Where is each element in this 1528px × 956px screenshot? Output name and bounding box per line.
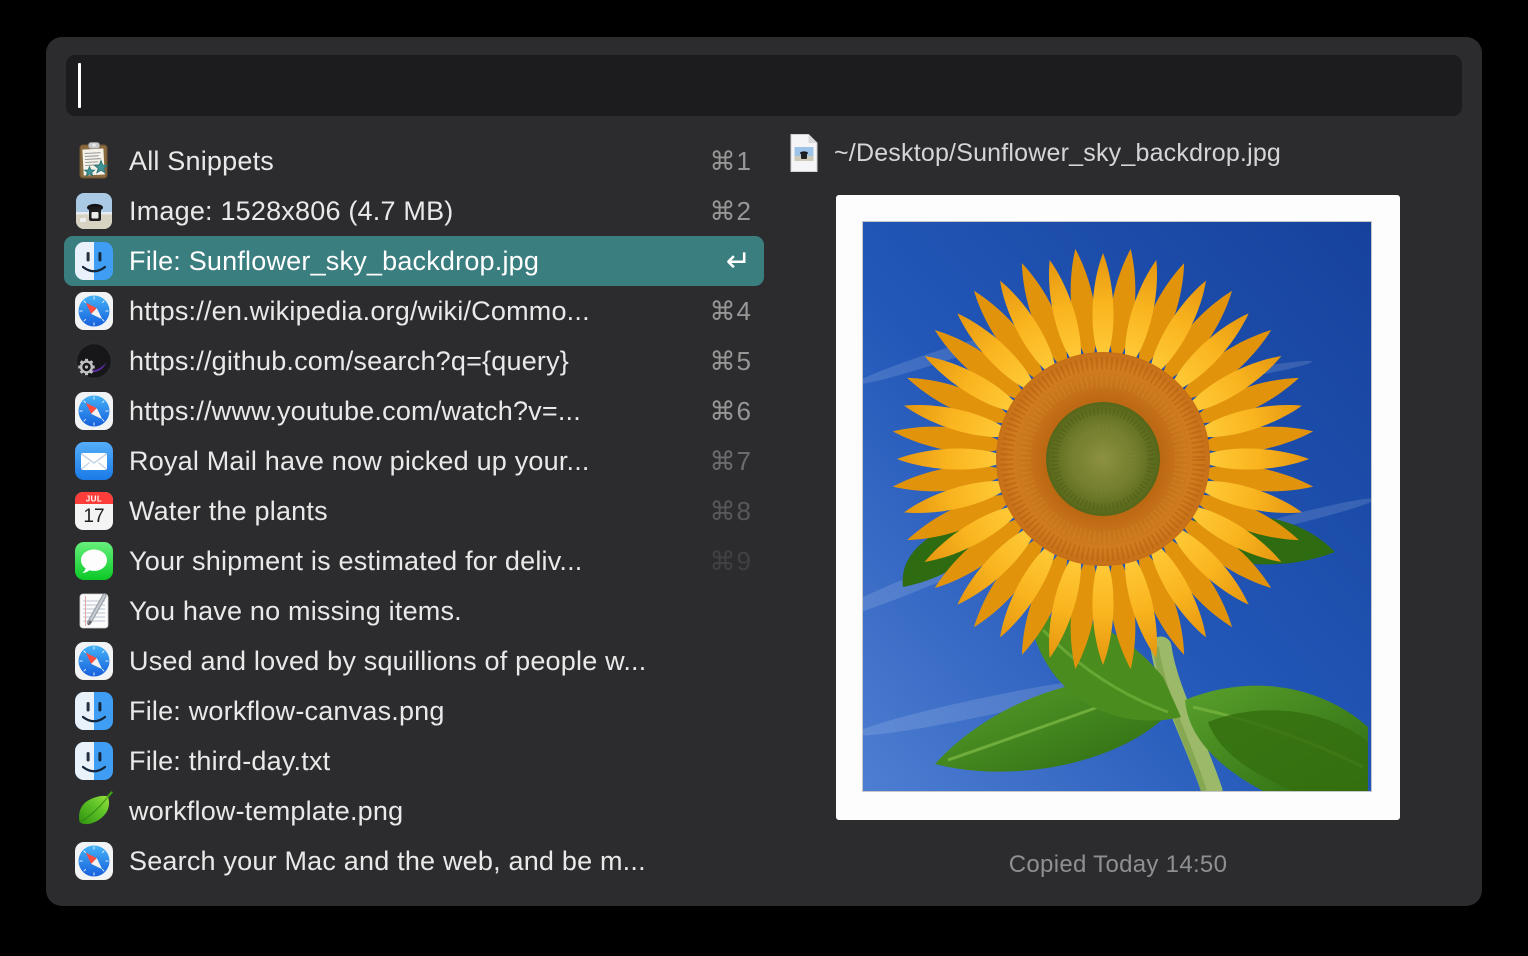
shortcut-badge: ⌘2 [710,196,752,227]
shortcut-badge: ⌘8 [710,496,752,527]
preview-photo [863,222,1371,791]
svg-text:17: 17 [83,506,104,527]
list-item-label: Water the plants [129,496,695,527]
svg-text:JUL: JUL [86,495,103,504]
clipboard-history-list: All Snippets ⌘1 Image: 1528x806 (4.7 MB)… [64,136,764,886]
list-item-label: Image: 1528x806 (4.7 MB) [129,196,695,227]
shortcut-badge: ⌘7 [710,446,752,477]
leaf-icon [74,791,114,831]
list-item[interactable]: JUL 17 Water the plants ⌘8 [64,486,764,536]
image-thumbnail-icon [74,191,114,231]
workflow-icon [74,341,114,381]
finder-icon [74,741,114,781]
list-item[interactable]: https://github.com/search?q={query} ⌘5 [64,336,764,386]
sunflower-photo [863,222,1371,791]
shortcut-badge: ⌘5 [710,346,752,377]
list-item-label: File: third-day.txt [129,746,737,777]
list-item-label: Your shipment is estimated for deliv... [129,546,695,577]
list-item-label: File: Sunflower_sky_backdrop.jpg [129,246,711,277]
text-cursor [78,63,81,108]
list-item-label: All Snippets [129,146,695,177]
preview-image-frame [836,195,1400,820]
list-item[interactable]: https://www.youtube.com/watch?v=... ⌘6 [64,386,764,436]
list-item-label: https://github.com/search?q={query} [129,346,695,377]
shortcut-badge: ⌘1 [710,146,752,177]
shortcut-badge: ⌘6 [710,396,752,427]
list-item[interactable]: Used and loved by squillions of people w… [64,636,764,686]
list-item[interactable]: https://en.wikipedia.org/wiki/Commo... ⌘… [64,286,764,336]
clipboard-manager-window: All Snippets ⌘1 Image: 1528x806 (4.7 MB)… [46,37,1482,906]
list-item[interactable]: Image: 1528x806 (4.7 MB) ⌘2 [64,186,764,236]
list-item[interactable]: You have no missing items. [64,586,764,636]
finder-icon [74,241,114,281]
finder-icon [74,691,114,731]
list-item-label: File: workflow-canvas.png [129,696,737,727]
return-key-icon: ↵ [726,244,752,279]
copied-timestamp: Copied Today 14:50 [836,851,1400,879]
list-item[interactable]: File: workflow-canvas.png [64,686,764,736]
textedit-icon [74,591,114,631]
preview-file-path: ~/Desktop/Sunflower_sky_backdrop.jpg [834,139,1281,168]
list-item[interactable]: Your shipment is estimated for deliv... … [64,536,764,586]
search-input[interactable] [66,55,1462,116]
safari-icon [74,841,114,881]
list-item-label: Royal Mail have now picked up your... [129,446,695,477]
snippets-icon [74,141,114,181]
list-item-label: Used and loved by squillions of people w… [129,646,737,677]
mail-icon [74,441,114,481]
list-item[interactable]: All Snippets ⌘1 [64,136,764,186]
shortcut-badge: ⌘4 [710,296,752,327]
list-item[interactable]: File: third-day.txt [64,736,764,786]
list-item[interactable]: workflow-template.png [64,786,764,836]
list-item-label: You have no missing items. [129,596,737,627]
list-item[interactable]: Royal Mail have now picked up your... ⌘7 [64,436,764,486]
safari-icon [74,391,114,431]
calendar-icon: JUL 17 [74,491,114,531]
list-item-label: workflow-template.png [129,796,737,827]
list-item-label: https://en.wikipedia.org/wiki/Commo... [129,296,695,327]
safari-icon [74,291,114,331]
safari-icon [74,641,114,681]
list-item-label: Search your Mac and the web, and be m... [129,846,737,877]
search-bar[interactable] [66,55,1462,116]
list-item[interactable]: Search your Mac and the web, and be m... [64,836,764,886]
shortcut-badge: ⌘9 [710,546,752,577]
list-item-label: https://www.youtube.com/watch?v=... [129,396,695,427]
file-document-icon [787,133,821,173]
messages-icon [74,541,114,581]
list-item-selected[interactable]: File: Sunflower_sky_backdrop.jpg ↵ [64,236,764,286]
preview-header: ~/Desktop/Sunflower_sky_backdrop.jpg [787,133,1281,173]
